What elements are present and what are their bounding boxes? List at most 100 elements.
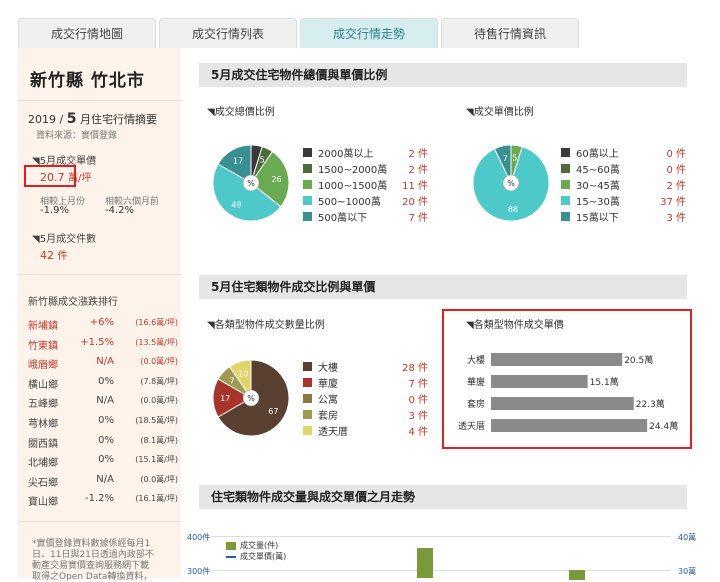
rank-change: +6% (89, 317, 114, 328)
total-price-legend: 2000萬以上 2 件 1500~2000萬 2 件 1000~1500萬 11 件 500… (303, 144, 428, 224)
unit-price-highlight (24, 165, 76, 187)
rank-row[interactable]: 新埔鎮 +6% (16.6萬/坪) (28, 317, 178, 332)
rank-title: 新竹縣成交漲跌排行 (28, 297, 118, 308)
rank-change: 0% (98, 375, 114, 387)
legend-item: 500萬以下 7 件 (303, 208, 428, 224)
rank-row[interactable]: 尖石鄉 N/A (0.0萬/坪) (28, 474, 178, 489)
total-price-title: ◥成交總價比例 (207, 107, 275, 118)
percent-symbol: % (247, 394, 255, 403)
legend-swatch (561, 211, 570, 221)
rank-price: (0.0萬/坪) (140, 357, 178, 367)
divider (18, 100, 181, 101)
tab-trend[interactable]: 成交行情走勢 (300, 18, 438, 48)
legend-item: 公寓 0 件 (303, 390, 428, 406)
legend-value: 7 件 (408, 378, 428, 390)
rank-row[interactable]: 橫山鄉 0% (7.8萬/坪) (28, 376, 178, 391)
tab-for-sale[interactable]: 待售行情資訊 (441, 18, 579, 48)
legend-item: 15萬以下 3 件 (561, 208, 686, 224)
rank-change: -1.2% (84, 493, 114, 505)
legend-value: 0 件 (666, 164, 686, 176)
legend-item: 透天厝 4 件 (303, 422, 428, 438)
rank-change: N/A (96, 395, 114, 407)
legend-item: 45~60萬 0 件 (561, 160, 686, 176)
rank-district: 尖石鄉 (28, 477, 58, 489)
y-axis-left-top: 400件 (187, 533, 211, 542)
legend-swatch (303, 147, 312, 157)
rank-district: 橫山鄉 (28, 379, 58, 391)
legend-swatch (303, 409, 312, 419)
legend-value: 7 件 (408, 212, 428, 224)
type-count-legend: 大樓 28 件華廈 7 件公寓 0 件套房 3 件透天厝 4 件 (303, 358, 428, 438)
trend-legend: 成交量(件) 成交單價(萬) (226, 540, 286, 562)
rank-row[interactable]: 寶山鄉 -1.2% (16.1萬/坪) (28, 493, 178, 508)
legend-swatch (303, 179, 312, 189)
legend-value: 2 件 (666, 180, 686, 192)
total-price-pie: 5264817% (212, 144, 290, 222)
legend-swatch (303, 377, 312, 387)
count-value: 42 件 (40, 249, 68, 262)
legend-swatch (303, 425, 312, 435)
rank-change: 0% (98, 454, 114, 466)
tab-map[interactable]: 成交行情地圖 (18, 18, 156, 48)
summary-sidebar: 新竹縣 竹北市 2019 / 5 月住宅行情摘要 資料來源：實價登錄 ◥5月成交… (18, 48, 182, 582)
rank-row[interactable]: 芎林鄉 0% (18.5萬/坪) (28, 415, 178, 430)
legend-value: 20 件 (402, 196, 428, 208)
legend-swatch (561, 147, 570, 157)
legend-label: 套房 (318, 410, 338, 422)
legend-item: 1000~1500萬 11 件 (303, 176, 428, 192)
type-price-highlight (442, 309, 692, 449)
pie-slice-label: 67 (268, 407, 278, 416)
legend-item: 套房 3 件 (303, 406, 428, 422)
pie-slice-label: 88 (508, 205, 518, 214)
rank-price: (18.5萬/坪) (135, 416, 178, 425)
rank-price: (0.0萬/坪) (140, 396, 178, 406)
legend-value: 3 件 (408, 410, 428, 422)
unit-price-title: ◥成交單價比例 (466, 107, 534, 118)
rank-change: N/A (96, 473, 114, 485)
grid-line (211, 570, 671, 571)
legend-swatch (561, 195, 570, 205)
pie-slice-label: 5 (512, 153, 517, 162)
rank-row[interactable]: 峨眉鄉 N/A (0.0萬/坪) (28, 356, 178, 371)
rank-district: 芎林鄉 (28, 419, 58, 430)
unit-price-legend: 60萬以上 0 件 45~60萬 0 件 30~45萬 2 件 15~30萬 37 件 15萬以… (561, 144, 686, 224)
legend-swatch (303, 211, 312, 221)
legend-swatch (303, 361, 312, 371)
y-axis-left-mid: 300件 (187, 567, 211, 576)
section-title: 住宅類物件成交量與成交單價之月走勢 (199, 485, 687, 509)
legend-label: 2000萬以上 (318, 148, 374, 160)
grid-line (211, 536, 671, 537)
rank-district: 峨眉鄉 (28, 360, 58, 372)
rank-row[interactable]: 五峰鄉 N/A (0.0萬/坪) (28, 395, 178, 410)
rank-price: (15.1萬/坪) (135, 455, 178, 465)
volume-bar (569, 570, 585, 580)
y-axis-right-top: 40萬 (678, 533, 697, 542)
rank-price: (8.1萬/坪) (140, 435, 178, 445)
rank-row[interactable]: 關西鎮 0% (8.1萬/坪) (28, 435, 178, 450)
legend-value: 3 件 (666, 212, 686, 224)
legend-label: 透天厝 (318, 426, 348, 438)
legend-item: 華廈 7 件 (303, 374, 428, 390)
rank-district: 五峰鄉 (28, 399, 58, 411)
tab-list[interactable]: 成交行情列表 (159, 18, 297, 48)
legend-swatch (303, 163, 312, 173)
pie-slice-label: 10 (238, 369, 248, 378)
percent-symbol: % (507, 179, 515, 188)
rank-change: N/A (96, 356, 114, 368)
divider (18, 274, 181, 275)
legend-label: 45~60萬 (576, 164, 620, 176)
rank-row[interactable]: 竹東鎮 +1.5% (13.5萬/坪) (28, 337, 178, 352)
rank-row[interactable]: 北埔鄉 0% (15.1萬/坪) (28, 454, 178, 469)
pie-slice-label: 7 (503, 154, 508, 163)
legend-value: 11 件 (402, 180, 428, 192)
legend-label: 15萬以下 (576, 212, 619, 224)
rank-district: 竹東鎮 (28, 340, 58, 352)
rank-district: 寶山鄉 (28, 497, 58, 509)
legend-value: 28 件 (402, 362, 428, 374)
legend-item: 500~1000萬 20 件 (303, 192, 428, 208)
legend-label: 30~45萬 (576, 180, 620, 192)
pie-slice-label: 7 (230, 376, 235, 385)
cmp-six-value: -4.2% (105, 205, 135, 216)
legend-label: 500萬以下 (318, 212, 368, 224)
section-title: 5月成交住宅物件總價與單價比例 (199, 63, 687, 87)
